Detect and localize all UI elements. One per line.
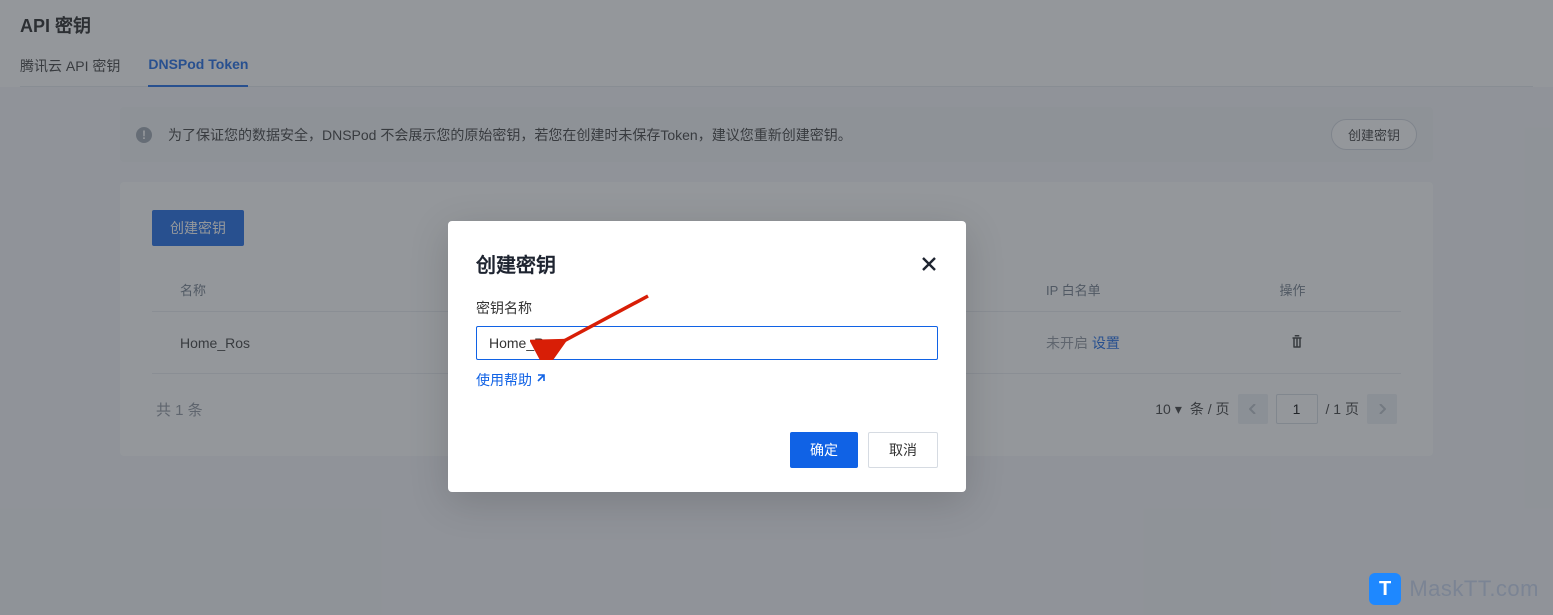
external-link-icon — [534, 372, 546, 388]
watermark: T MaskTT.com — [1369, 573, 1539, 605]
cancel-button[interactable]: 取消 — [868, 432, 938, 468]
modal-header: 创建密钥 — [476, 249, 938, 278]
confirm-button[interactable]: 确定 — [790, 432, 858, 468]
modal-title: 创建密钥 — [476, 249, 920, 278]
create-key-modal: 创建密钥 密钥名称 使用帮助 确定 取消 — [448, 221, 966, 492]
modal-footer: 确定 取消 — [476, 432, 938, 468]
key-name-label: 密钥名称 — [476, 298, 938, 318]
close-icon[interactable] — [920, 255, 938, 273]
watermark-text: MaskTT.com — [1409, 576, 1539, 602]
key-name-input[interactable] — [476, 326, 938, 360]
help-link[interactable]: 使用帮助 — [476, 370, 546, 390]
watermark-badge: T — [1369, 573, 1401, 605]
